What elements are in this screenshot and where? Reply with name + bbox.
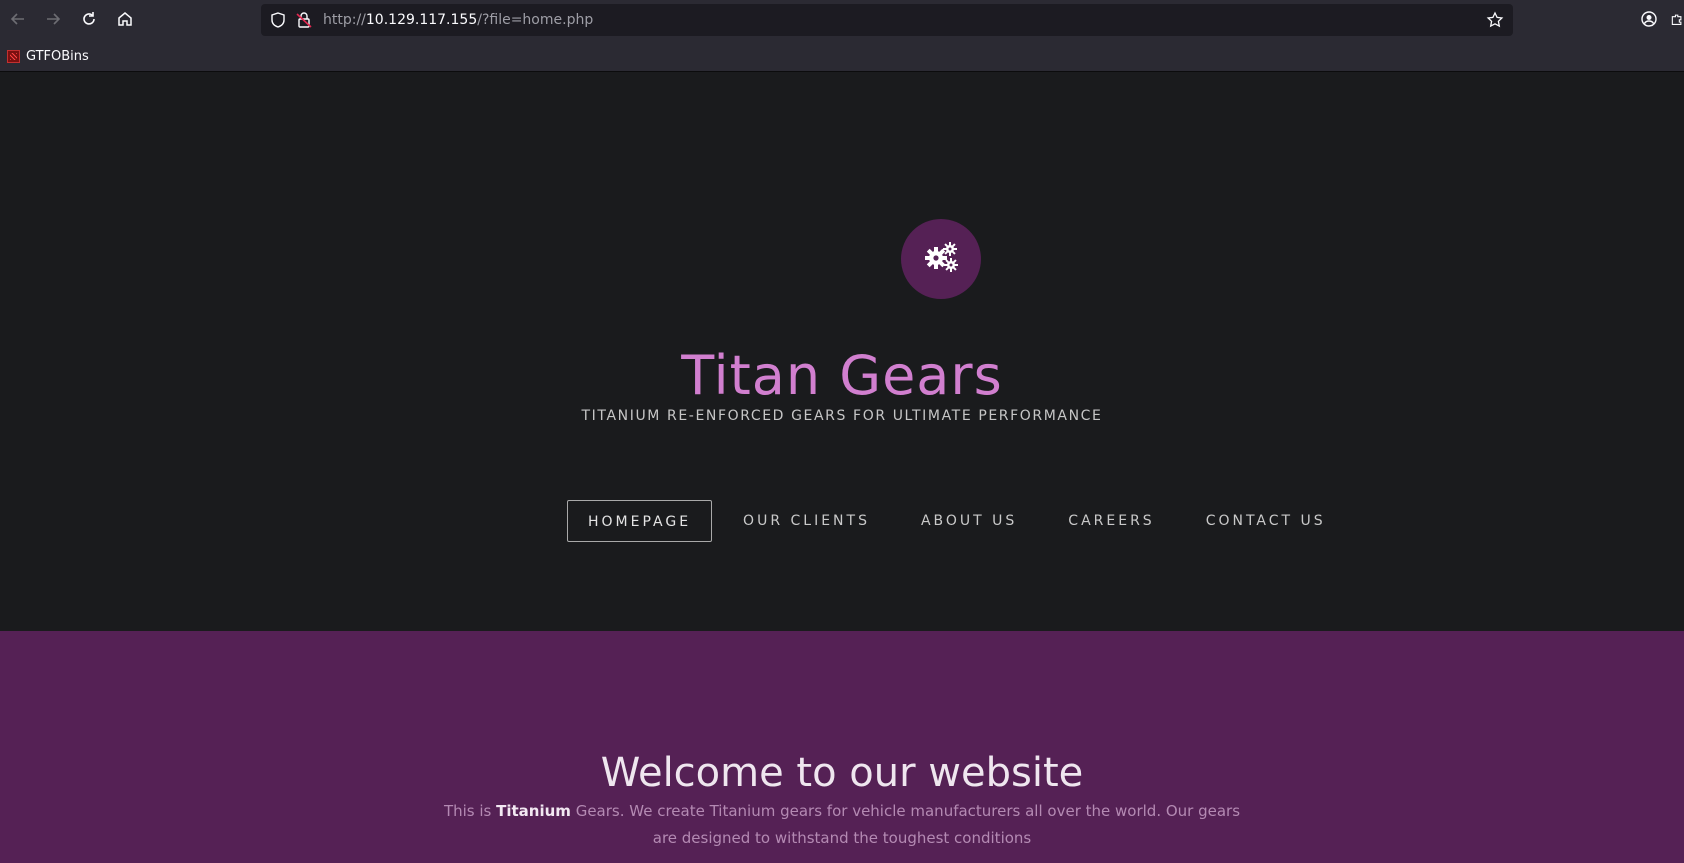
nav-contact-us[interactable]: CONTACT US <box>1186 500 1346 542</box>
back-icon[interactable] <box>7 8 29 30</box>
nav-our-clients[interactable]: OUR CLIENTS <box>723 500 890 542</box>
reload-icon[interactable] <box>78 8 100 30</box>
url-text[interactable]: http://10.129.117.155/?file=home.php <box>323 4 593 36</box>
welcome-text-bold: Titanium <box>496 802 571 820</box>
welcome-text-before: This is <box>443 802 497 820</box>
forward-icon[interactable] <box>42 8 64 30</box>
address-bar[interactable]: http://10.129.117.155/?file=home.php <box>261 4 1513 36</box>
nav-careers[interactable]: CAREERS <box>1048 500 1174 542</box>
welcome-text: This is Titanium Gears. We create Titani… <box>432 798 1252 852</box>
welcome-section: Welcome to our website This is Titanium … <box>0 631 1684 863</box>
insecure-lock-icon[interactable] <box>295 11 313 33</box>
nav-homepage[interactable]: HOMEPAGE <box>567 500 713 542</box>
url-scheme: http:// <box>323 12 366 28</box>
browser-toolbar: http://10.129.117.155/?file=home.php <box>0 0 1684 40</box>
home-icon[interactable] <box>114 8 136 30</box>
welcome-text-after: Gears. We create Titanium gears for vehi… <box>570 802 1241 847</box>
account-icon[interactable] <box>1638 8 1660 30</box>
site-tagline: TITANIUM RE-ENFORCED GEARS FOR ULTIMATE … <box>581 408 1103 424</box>
url-host: 10.129.117.155 <box>365 12 478 28</box>
site-title: Titan Gears <box>681 344 1003 407</box>
extensions-icon[interactable] <box>1670 8 1684 30</box>
welcome-heading: Welcome to our website <box>600 750 1084 796</box>
bookmark-gtfobins[interactable]: GTFOBins <box>7 47 89 65</box>
site-logo <box>901 219 981 299</box>
url-path: /?file=home.php <box>477 12 594 28</box>
bookmark-label: GTFOBins <box>26 48 89 64</box>
gtfobins-favicon <box>7 49 20 63</box>
main-nav: HOMEPAGE OUR CLIENTS ABOUT US CAREERS CO… <box>567 499 1357 543</box>
gears-icon <box>923 241 959 277</box>
star-icon[interactable] <box>1486 11 1504 33</box>
shield-icon[interactable] <box>269 11 287 33</box>
bookmarks-bar: GTFOBins <box>0 40 1684 72</box>
nav-about-us[interactable]: ABOUT US <box>901 500 1037 542</box>
